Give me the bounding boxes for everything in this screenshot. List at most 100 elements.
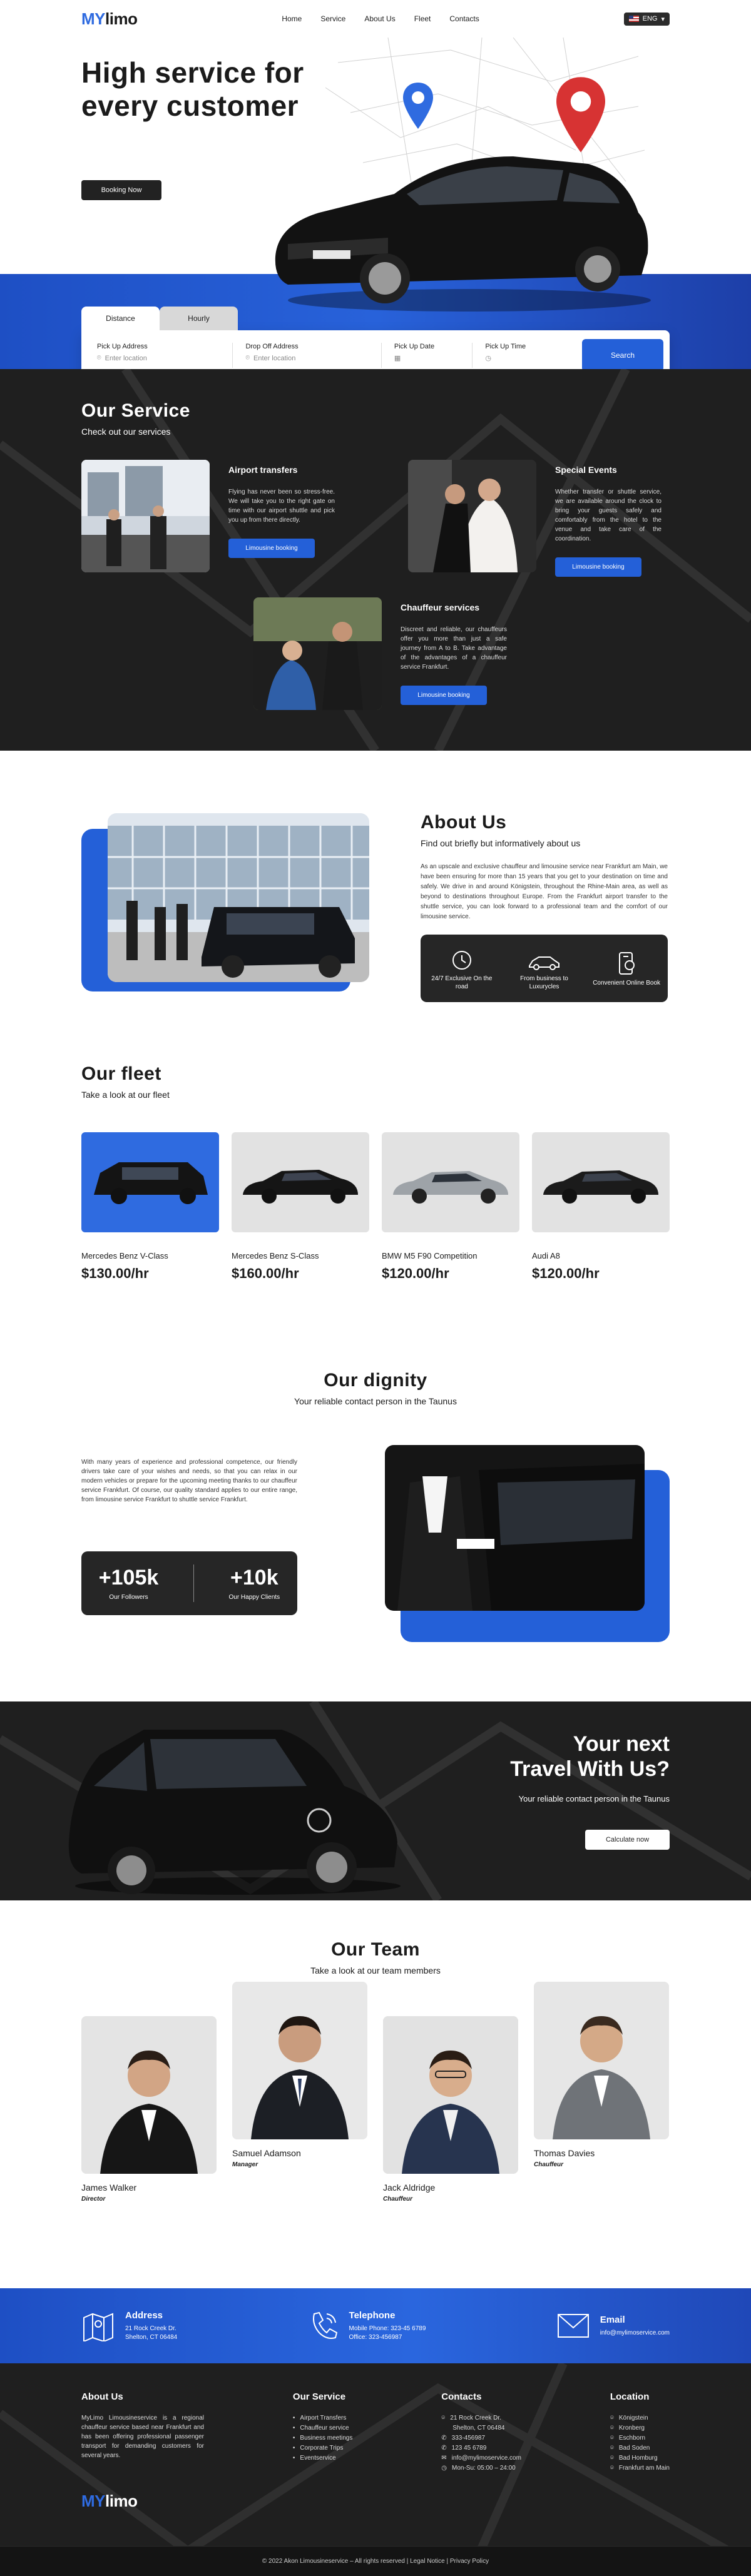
team-section: Our Team Take a look at our team members… <box>0 1900 751 2288</box>
member-photo <box>232 1982 367 2139</box>
pin-icon: ⌾ <box>245 354 250 362</box>
travel-cta-section: Your next Travel With Us? Your reliable c… <box>0 1701 751 1900</box>
location-item[interactable]: ⌾ Bad Soden <box>610 2443 670 2453</box>
pickup-date-field[interactable]: Pick Up Date ▦ <box>394 343 473 368</box>
nav-home[interactable]: Home <box>282 14 302 23</box>
fleet-car-price: $120.00/hr <box>382 1265 449 1281</box>
footer-about: About Us MyLimo Limousineservice is a re… <box>81 2391 204 2459</box>
footer-link[interactable]: • Airport Transfers <box>293 2413 352 2423</box>
booking-form: Pick Up Address ⌾ Enter location Drop Off… <box>81 330 670 369</box>
phone-icon: ✆ <box>441 2445 447 2452</box>
dignity-section: Our dignity Your reliable contact person… <box>0 1370 751 1701</box>
travel-title-line2: Travel With Us? <box>510 1757 670 1781</box>
phone-icon: ✆ <box>441 2435 447 2442</box>
limousine-booking-button[interactable]: Limousine booking <box>555 557 641 577</box>
calendar-icon: ▦ <box>394 355 401 362</box>
calculate-now-button[interactable]: Calculate now <box>585 1830 670 1850</box>
stats-panel: +105k Our Followers +10k Our Happy Clien… <box>81 1551 297 1615</box>
limousine-booking-button[interactable]: Limousine booking <box>401 686 487 705</box>
tab-distance[interactable]: Distance <box>81 307 160 330</box>
fleet-card[interactable]: BMW M5 F90 Competition $120.00/hr <box>382 1132 519 1282</box>
fleet-card[interactable]: Mercedes Benz V-Class $130.00/hr <box>81 1132 219 1282</box>
footer-contact-item: ◷ Mon-Su: 05:00 – 24:00 <box>441 2463 521 2473</box>
bullet-icon: • <box>292 2415 295 2421</box>
service-text: Whether transfer or shuttle service, we … <box>555 489 662 542</box>
team-member-card: James Walker Director <box>81 2016 217 2203</box>
member-photo <box>534 1982 669 2139</box>
nav-about[interactable]: About Us <box>364 14 395 23</box>
footer-contact-item[interactable]: ✉ info@mylimoservice.com <box>441 2453 521 2463</box>
member-photo <box>383 2016 518 2174</box>
footer-columns: About Us MyLimo Limousineservice is a re… <box>81 2391 670 2473</box>
team-member-card: Thomas Davies Chauffeur <box>534 1982 669 2168</box>
tab-hourly[interactable]: Hourly <box>160 307 238 330</box>
pickup-address-field[interactable]: Pick Up Address ⌾ Enter location <box>97 343 233 368</box>
email-link[interactable]: info@mylimoservice.com <box>600 2329 670 2338</box>
booking-widget: Distance Hourly Pick Up Address ⌾ Enter l… <box>81 307 670 369</box>
footer-link[interactable]: • Business meetings <box>293 2433 352 2443</box>
member-role: Chauffeur <box>534 2161 564 2168</box>
team-heading: Our Team Take a look at our team members <box>310 1939 441 1975</box>
language-selector[interactable]: ENG ▾ <box>623 12 670 26</box>
bmw-m5-image <box>382 1132 519 1232</box>
footer-link[interactable]: • Eventservice <box>293 2453 352 2463</box>
footer-link[interactable]: • Corporate Trips <box>293 2443 352 2453</box>
fleet-car-name: Mercedes Benz V-Class <box>81 1251 168 1260</box>
site-footer: About Us MyLimo Limousineservice is a re… <box>0 2363 751 2576</box>
fleet-heading: Our fleet Take a look at our fleet <box>81 1063 170 1100</box>
fleet-card[interactable]: Mercedes Benz S-Class $160.00/hr <box>232 1132 369 1282</box>
nav-service[interactable]: Service <box>320 14 345 23</box>
footer-contact-item[interactable]: ✆ 333-456987 <box>441 2433 521 2443</box>
footer-link[interactable]: • Chauffeur service <box>293 2423 352 2433</box>
pin-icon: ⌾ <box>610 2425 614 2431</box>
airport-photo <box>81 460 210 572</box>
v-class-image <box>81 1132 219 1232</box>
about-text-block: About Us Find out briefly but informativ… <box>421 812 668 1002</box>
nav-contacts[interactable]: Contacts <box>449 14 479 23</box>
footer-contact-item[interactable]: ✆ 123 45 6789 <box>441 2443 521 2453</box>
fleet-car-price: $120.00/hr <box>532 1265 600 1281</box>
location-item[interactable]: ⌾ Kronberg <box>610 2423 670 2433</box>
member-photo <box>81 2016 217 2174</box>
bullet-icon: • <box>292 2425 295 2431</box>
footer-service: Our Service • Airport Transfers • Chauffeu… <box>293 2391 352 2473</box>
service-heading: Our Service Check out our services <box>81 400 190 437</box>
fleet-card[interactable]: Audi A8 $120.00/hr <box>532 1132 670 1282</box>
dropoff-address-field[interactable]: Drop Off Address ⌾ Enter location <box>245 343 382 368</box>
logo[interactable]: MYlimo <box>81 9 138 29</box>
map-icon <box>83 2313 113 2341</box>
clock-icon: ◷ <box>441 2465 447 2472</box>
footer-logo[interactable]: MYlimo <box>81 2492 138 2511</box>
member-name: Jack Aldridge <box>383 2183 436 2193</box>
audi-a8-image <box>532 1132 670 1232</box>
travel-subtitle: Your reliable contact person in the Taun… <box>518 1794 670 1803</box>
feature-item: From business to Luxurycles <box>509 946 578 991</box>
footer-location: Location ⌾ Königstein ⌾ Kronberg ⌾ Eschborn… <box>610 2391 670 2473</box>
location-item[interactable]: ⌾ Frankfurt am Main <box>610 2463 670 2473</box>
about-paragraph: As an upscale and exclusive chauffeur an… <box>421 863 668 920</box>
service-card-events: Special Events Whether transfer or shutt… <box>408 460 662 577</box>
phone-icon <box>312 2311 337 2339</box>
main-nav: Home Service About Us Fleet Contacts <box>282 14 479 23</box>
travel-text: Your next Travel With Us? Your reliable c… <box>510 1732 670 1850</box>
footer-contact-item: Shelton, CT 06484 <box>452 2425 505 2431</box>
nav-fleet[interactable]: Fleet <box>414 14 431 23</box>
booking-now-button[interactable]: Booking Now <box>81 180 161 200</box>
team-member-card: Samuel Adamson Manager <box>232 1982 367 2168</box>
limousine-booking-button[interactable]: Limousine booking <box>228 539 315 558</box>
member-name: James Walker <box>81 2183 137 2193</box>
van-image <box>68 1730 401 1895</box>
divider <box>193 1564 194 1602</box>
member-role: Director <box>81 2196 106 2203</box>
pickup-time-field[interactable]: Pick Up Time ◷ <box>485 343 570 368</box>
service-text: Discreet and reliable, our chauffeurs of… <box>401 626 507 671</box>
bullet-icon: • <box>292 2455 295 2462</box>
location-item[interactable]: ⌾ Bad Homburg <box>610 2453 670 2463</box>
feature-item: 24/7 Exclusive On the road <box>427 946 496 991</box>
location-item[interactable]: ⌾ Eschborn <box>610 2433 670 2443</box>
about-section: About Us Find out briefly but informativ… <box>0 751 751 1063</box>
search-button[interactable]: Search <box>581 339 663 369</box>
chauffeur-door-photo <box>385 1445 645 1611</box>
location-item[interactable]: ⌾ Königstein <box>610 2413 670 2423</box>
about-subtitle: Find out briefly but informatively about… <box>421 838 581 848</box>
